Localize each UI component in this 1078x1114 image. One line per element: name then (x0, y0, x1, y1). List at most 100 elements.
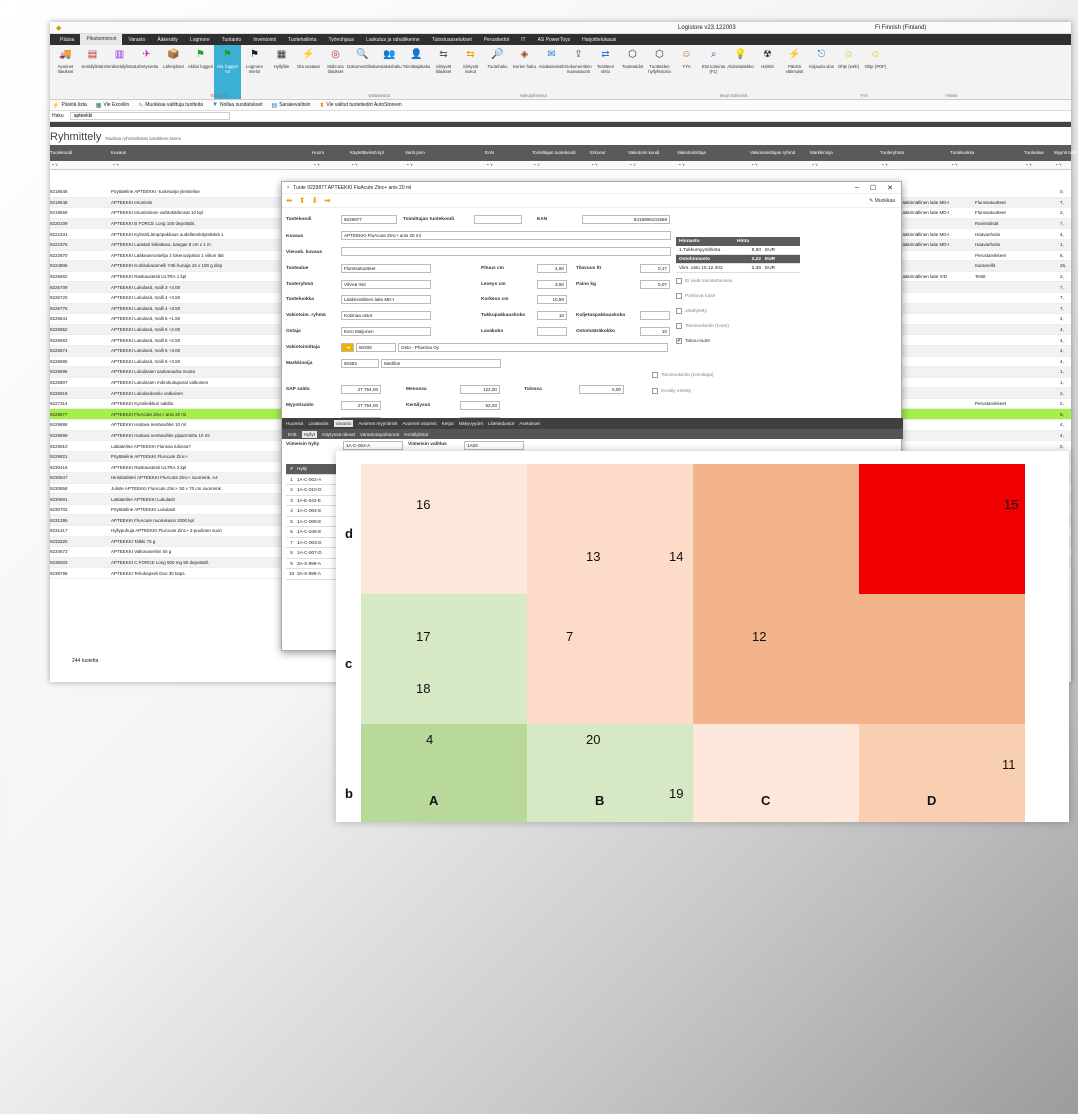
ribbon-button[interactable]: ⬡ Tuotetaidot (619, 45, 646, 99)
field-outgoing[interactable]: 122,00 (460, 385, 500, 394)
menu-item[interactable]: Harjoittelukausi (576, 37, 622, 43)
last-shelf-field[interactable]: 1A-C-002-A (343, 441, 403, 450)
dialog-tab[interactable]: Avoimet ostorivit (402, 421, 436, 426)
ribbon-button[interactable]: ▥ Monikeräilylistat (104, 45, 135, 99)
dialog-subtab[interactable]: Hyllyt (301, 430, 318, 438)
field-marketer_name[interactable]: Medifon (381, 359, 501, 368)
dialog-tab[interactable]: Varasto (333, 420, 354, 427)
dialog-subtab[interactable]: Varastotapahtumat (360, 432, 399, 437)
shelf-row[interactable]: 8 1A-C-007-D (286, 548, 341, 559)
ribbon-button[interactable]: 🚚 Avoimet tilaukset (52, 45, 79, 99)
minimize-icon[interactable]: – (855, 184, 859, 192)
ribbon-button[interactable]: 🔎 Tuotehaku (484, 45, 511, 99)
menu-item[interactable]: Inventointi (247, 37, 282, 43)
ribbon-button[interactable]: ▦ Hyllyliite (268, 45, 295, 99)
ribbon-button[interactable]: ⇆ Siirtyvät tilaukset (430, 45, 457, 99)
arrow-down-icon[interactable]: ⬇ (311, 196, 318, 205)
flag-checkbox[interactable]: Jäädytetty (676, 308, 707, 314)
ribbon-button[interactable]: ☺ Ohje (web) (835, 45, 862, 99)
menu-item[interactable]: AS PowerToys (532, 37, 577, 43)
field-order_qty[interactable]: 10 (640, 327, 670, 336)
column-header[interactable]: Vakiotoimittaja (677, 150, 706, 155)
column-header[interactable]: EAN (485, 150, 494, 155)
shelf-row[interactable]: 3 1A-E-042-E (286, 496, 341, 506)
filter-icon[interactable]: ▪ ⋎ (882, 162, 888, 168)
filter-icon[interactable]: ▪ ⋎ (352, 162, 358, 168)
last-picking-field[interactable]: 1A03 (464, 441, 524, 450)
filter-icon[interactable]: ▪ ⋎ (487, 162, 493, 168)
menu-item[interactable]: Laskutus ja rahaliikenne (360, 37, 426, 43)
menu-item[interactable]: Työnohjaus (322, 37, 360, 43)
field-height[interactable]: 10,50 (537, 295, 567, 304)
filter-icon[interactable]: ▪ ⋎ (407, 162, 413, 168)
language-selector[interactable]: Fi Finnish (Finland) (875, 25, 926, 31)
filter-icon[interactable]: ▪ ⋎ (679, 162, 685, 168)
field-supplier_code_num[interactable]: 50206 (356, 343, 396, 352)
reset-filters-button[interactable]: ▼ Nollaa suodatukset (212, 102, 262, 108)
dialog-subtab[interactable]: Erät (288, 432, 297, 437)
ribbon-button[interactable]: ⇆ Siirtyvät isokut (457, 45, 484, 99)
filter-icon[interactable]: ▪ ⋎ (113, 162, 119, 168)
ribbon-button[interactable]: ⚡ Päivitä välimuisti (781, 45, 808, 99)
checkbox-box[interactable] (676, 323, 682, 329)
dialog-tab[interactable]: Asetukset (519, 421, 540, 426)
autostore-button[interactable]: ⬆ Vie valitut tuotetiedot AutoStoreen (319, 102, 401, 109)
filter-icon[interactable]: ▪ ⋎ (592, 162, 598, 168)
column-header[interactable]: Vakiotoimittajan ryhmä (750, 150, 795, 155)
dialog-tab[interactable]: Ketjut (442, 421, 454, 426)
ribbon-button[interactable]: ✉ Asiakasviestit (538, 45, 565, 99)
column-header[interactable]: Myynti tukko (1054, 150, 1078, 155)
flag-checkbox[interactable]: ✔ Takuu-tuote (676, 338, 710, 344)
dialog-tab[interactable]: Huomiot (286, 421, 303, 426)
field-wholesale_pack[interactable]: 10 (537, 311, 567, 320)
dialog-tab[interactable]: Avoimet myyntirivit (358, 421, 397, 426)
field-marketer_code[interactable]: 50383 (341, 359, 379, 368)
ribbon-button[interactable]: ⚑ Aktiivi loggeri (187, 45, 214, 99)
shelf-row[interactable]: 6 1A-C-046-E (286, 527, 341, 538)
shelf-row[interactable]: 10 3A-S-999-A (286, 569, 341, 580)
pricing-row[interactable]: Ostohinnasto 2,22 EUR (676, 255, 800, 264)
filter-icon[interactable]: ▪ ⋎ (952, 162, 958, 168)
field-sales[interactable]: 27 754,00 (341, 401, 381, 410)
grouping-area[interactable]: Ryhmittely Raahaa ryhmiteltävät sarakkee… (50, 127, 1071, 145)
flag-checkbox[interactable]: Poistuva tuote (676, 293, 715, 299)
field-ean[interactable]: 6418086101568 (582, 215, 670, 224)
arrow-right-icon[interactable]: ➡ (324, 196, 331, 205)
field-weight[interactable]: 0,07 (640, 280, 670, 289)
menu-item[interactable]: Perustiedot (478, 37, 515, 43)
filter-icon[interactable]: ▪ ⋎ (812, 162, 818, 168)
checkbox-box[interactable] (676, 293, 682, 299)
ribbon-button[interactable]: 💡 Aloitesaitekko (727, 45, 754, 99)
maximize-icon[interactable]: ☐ (870, 184, 876, 192)
dialog-tab[interactable]: Liitetiedostot (488, 421, 514, 426)
menu-item[interactable]: Logmore (184, 37, 216, 43)
column-header[interactable]: Kuvaus (111, 150, 126, 155)
arrow-up-icon[interactable]: ⬆ (299, 196, 306, 205)
field-sap[interactable]: 27 754,00 (341, 385, 381, 394)
field-group[interactable]: Vihreä risti (341, 280, 431, 289)
column-header[interactable]: Toimittajan tuotekoodi (532, 150, 576, 155)
field-class[interactable]: Lääkinnällinen laite MD-I (341, 295, 431, 304)
menu-item[interactable]: Varasto (122, 37, 151, 43)
dialog-subtab[interactable]: Käytyssä olevat (322, 432, 355, 437)
column-header[interactable]: Käytettävissä kpl (350, 150, 384, 155)
filter-row[interactable]: ▪ ⋎ ▪ ⋎ ▪ ⋎ ▪ ⋎ ▪ ⋎ ▪ ⋎ ▪ ⋎ ▪ ⋎ ▪ ⋎ ▪ ⋎ ▪ ⋎ ▪ ⋎ ▪ ⋎ ▪… (50, 161, 1071, 170)
column-header[interactable]: Vakiotoim koodi (628, 150, 659, 155)
ribbon-button[interactable]: ⇄ Tositteen siirto (592, 45, 619, 99)
shelf-row[interactable]: 4 1A-C-004-E (286, 506, 341, 517)
ribbon-button[interactable]: 👥 Asiakashaku (376, 45, 403, 99)
column-header[interactable]: Tuotekoodi (50, 150, 72, 155)
field-length[interactable]: 4,50 (537, 264, 567, 273)
flag-checkbox[interactable]: Toimituskielto (toimittaja) (652, 372, 714, 378)
filter-icon[interactable]: ▪ ⋎ (1056, 162, 1062, 168)
ribbon-button[interactable]: ☺ Ohje (PDF) (862, 45, 889, 99)
field-code[interactable]: 9229877 (341, 215, 397, 224)
ribbon-button[interactable]: ⬡ Tuotteiden hyllyhistoria (646, 45, 673, 99)
filter-icon[interactable]: ▪ ⋎ (752, 162, 758, 168)
menu-item[interactable]: Ääkeräily (151, 37, 184, 43)
ribbon-button[interactable]: ⌕ Etsi toiminto (F1) (700, 45, 727, 99)
arrow-left-icon[interactable]: ⬅ (286, 196, 293, 205)
column-header[interactable]: Huom (312, 150, 324, 155)
column-header[interactable]: Tuoteluokka (950, 150, 974, 155)
column-header[interactable]: Tuotealue (1024, 150, 1044, 155)
